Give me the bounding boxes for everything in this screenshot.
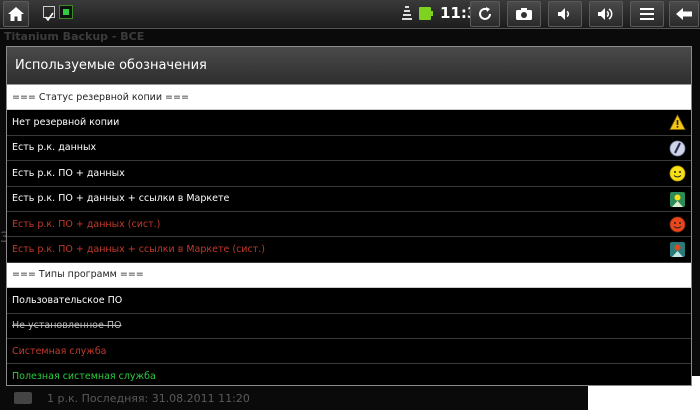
volume-up-icon — [598, 8, 613, 20]
notification-screen-icon[interactable] — [59, 5, 73, 19]
back-icon — [676, 8, 692, 20]
section-header-label: === Типы программ === — [12, 269, 144, 281]
menu-button[interactable] — [630, 1, 664, 27]
legend-label: Есть р.к. ПО + данных + ссылки в Маркете… — [12, 244, 265, 256]
legend-row-not-installed-app[interactable]: Не установленное ПО — [7, 314, 691, 339]
legend-row-app-data-backup[interactable]: Есть р.к. ПО + данных — [7, 161, 691, 187]
yellow-smiley-icon — [669, 165, 686, 182]
section-header-label: === Статус резервной копии === — [12, 91, 189, 103]
home-button[interactable] — [3, 1, 29, 27]
screenshot-button[interactable] — [507, 1, 541, 27]
app-icon — [14, 392, 32, 404]
legend-label: Полезная системная служба — [12, 370, 156, 382]
volume-up-button[interactable] — [589, 1, 623, 27]
home-icon — [8, 7, 24, 21]
camera-icon — [516, 8, 532, 20]
legend-label: Нет резервной копии — [12, 117, 120, 129]
battery-icon — [419, 7, 433, 20]
warning-icon — [669, 114, 686, 131]
red-smiley-icon — [669, 216, 686, 233]
background-app-title: Titanium Backup - ВСЕ — [4, 30, 145, 43]
legend-dialog: Используемые обозначения === Статус резе… — [6, 46, 692, 386]
dialog-title: Используемые обозначения — [7, 47, 691, 85]
legend-row-user-app[interactable]: Пользовательское ПО — [7, 288, 691, 314]
legend-row-system-app-data-backup[interactable]: Есть р.к. ПО + данных (сист.) — [7, 212, 691, 238]
legend-label: Пользовательское ПО — [12, 294, 123, 306]
market-teal-icon — [670, 242, 685, 258]
refresh-icon — [479, 7, 491, 20]
notification-checkbox-icon[interactable] — [43, 6, 55, 22]
legend-label: Есть р.к. ПО + данных — [12, 167, 125, 179]
legend-row-data-backup[interactable]: Есть р.к. данных — [7, 136, 691, 162]
wifi-icon — [402, 6, 412, 20]
legend-row-system-service[interactable]: Системная служба — [7, 339, 691, 365]
legend-label: Есть р.к. ПО + данных + ссылки в Маркете — [12, 193, 230, 205]
background-backup-info: 1 р.к. Последняя: 31.08.2011 11:20 — [47, 392, 250, 405]
legend-row-system-app-data-market-backup[interactable]: Есть р.к. ПО + данных + ссылки в Маркете… — [7, 237, 691, 263]
legend-label: Системная служба — [12, 345, 107, 357]
menu-icon — [640, 8, 654, 20]
section-header-app-types: === Типы программ === — [7, 262, 691, 289]
legend-label: Есть р.к. данных — [12, 142, 97, 154]
legend-label: Не установленное ПО — [12, 320, 122, 332]
refresh-button[interactable] — [470, 1, 500, 27]
legend-row-app-data-market-backup[interactable]: Есть р.к. ПО + данных + ссылки в Маркете — [7, 187, 691, 212]
section-header-backup-status: === Статус резервной копии === — [7, 85, 691, 111]
market-green-icon — [670, 191, 685, 207]
legend-label: Есть р.к. ПО + данных (сист.) — [12, 218, 161, 230]
legend-row-useful-system-service[interactable]: Полезная системная служба — [7, 364, 691, 385]
back-button[interactable] — [669, 1, 699, 27]
volume-down-button[interactable] — [548, 1, 582, 27]
status-bar: 11:35 — [0, 0, 700, 29]
data-disk-icon — [669, 140, 686, 157]
legend-row-no-backup[interactable]: Нет резервной копии — [7, 110, 691, 136]
volume-down-icon — [558, 8, 570, 20]
